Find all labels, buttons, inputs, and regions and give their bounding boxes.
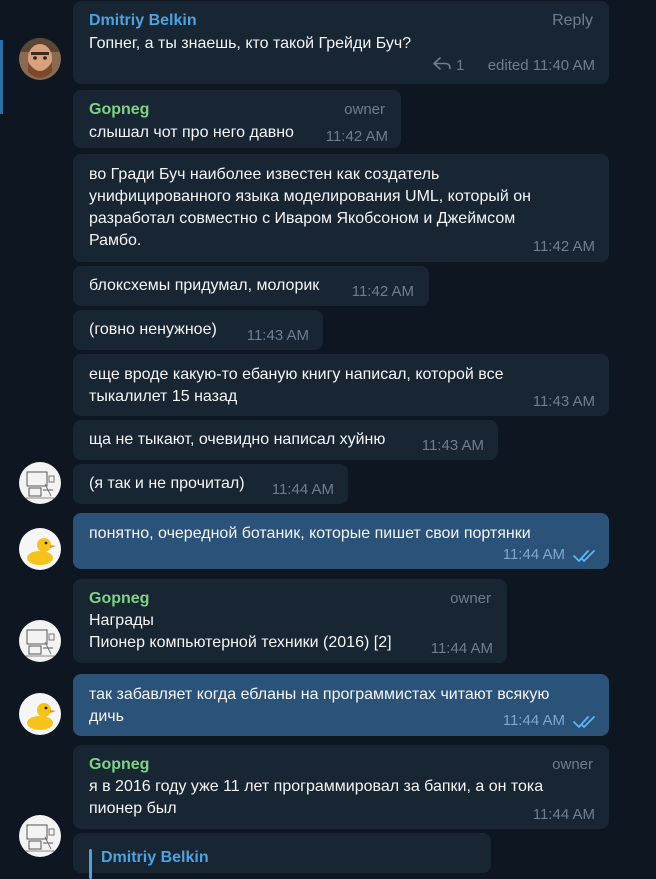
message-time: 11:44 AM <box>502 712 565 729</box>
unread-indicator <box>0 40 3 114</box>
message-time: 11:42 AM <box>351 283 414 300</box>
message-bubble[interactable]: Dmitriy Belkin Reply Гопнег, а ты знаешь… <box>73 1 609 84</box>
message-text: дичь <box>89 708 124 725</box>
message-bubble[interactable]: Gopneg owner Награды Пионер компьютерной… <box>73 579 507 663</box>
message-time: 11:44 AM <box>502 546 565 563</box>
owner-badge: owner <box>552 756 593 773</box>
sender-name[interactable]: Gopneg <box>89 101 149 119</box>
message-text: разработал совместно с Иваром Якобсоном … <box>89 210 516 227</box>
message-text: ща не тыкают, очевидно написал хуйню <box>89 431 386 448</box>
read-check-icon <box>573 550 595 562</box>
message-text: Пионер компьютерной техники (2016) [2] <box>89 634 392 651</box>
rubber-duck-avatar[interactable] <box>19 528 61 570</box>
quote-bar <box>89 849 92 879</box>
quoted-sender-name[interactable]: Dmitriy Belkin <box>101 849 209 867</box>
message-text: Награды <box>89 612 154 629</box>
message-time: 11:42 AM <box>532 238 595 255</box>
message-text: Гопнег, а ты знаешь, кто такой Грейди Бу… <box>89 35 412 52</box>
message-text: унифицированного языка моделирования UML… <box>89 188 531 205</box>
message-text: так забавляет когда ебланы на программис… <box>89 686 550 703</box>
message-bubble[interactable]: во Гради Буч наиболее известен как созда… <box>73 154 609 262</box>
reply-count[interactable]: 1 <box>456 57 464 74</box>
message-bubble[interactable]: Dmitriy Belkin <box>73 833 491 879</box>
message-time: 11:44 AM <box>532 806 595 823</box>
message-bubble[interactable]: блоксхемы придумал, молорик 11:42 AM <box>73 266 429 306</box>
message-text: блоксхемы придумал, молорик <box>89 277 320 294</box>
sketch-drawing-avatar[interactable] <box>19 815 61 857</box>
message-text: еще вроде какую-то ебаную книгу написал,… <box>89 366 504 383</box>
message-bubble[interactable]: ща не тыкают, очевидно написал хуйню 11:… <box>73 420 498 460</box>
message-bubble[interactable]: Gopneg owner слышал чот про него давно 1… <box>73 90 401 148</box>
owner-badge: owner <box>450 590 491 607</box>
message-bubble[interactable]: понятно, очередной ботаник, которые пише… <box>73 513 609 569</box>
read-check-icon <box>573 716 595 728</box>
message-bubble[interactable]: (я так и не прочитал) 11:44 AM <box>73 464 348 504</box>
message-time: 11:42 AM <box>325 128 388 145</box>
sender-name[interactable]: Gopneg <box>89 756 149 774</box>
message-text: тыкалилет 15 назад <box>89 388 238 405</box>
message-text: Рамбо. <box>89 232 142 249</box>
message-text: слышал чот про него давно <box>89 124 294 141</box>
reply-arrow-icon <box>433 57 451 70</box>
message-text: (говно ненужное) <box>89 321 217 338</box>
message-text: (я так и не прочитал) <box>89 475 245 492</box>
message-bubble[interactable]: (говно ненужное) 11:43 AM <box>73 310 323 350</box>
sketch-drawing-avatar[interactable] <box>19 462 61 504</box>
message-time: 11:43 AM <box>421 437 484 454</box>
message-text: понятно, очередной ботаник, которые пише… <box>89 525 531 542</box>
message-bubble[interactable]: еще вроде какую-то ебаную книгу написал,… <box>73 354 609 416</box>
rubber-duck-avatar[interactable] <box>19 693 61 735</box>
reply-button[interactable]: Reply <box>552 12 593 30</box>
owner-badge: owner <box>344 101 385 118</box>
message-time: 11:43 AM <box>246 327 309 344</box>
message-text: во Гради Буч наиболее известен как созда… <box>89 166 440 183</box>
message-time: edited 11:40 AM <box>487 57 595 74</box>
bearded-man-avatar[interactable] <box>19 38 61 80</box>
message-bubble[interactable]: так забавляет когда ебланы на программис… <box>73 674 609 736</box>
message-time: 11:44 AM <box>430 640 493 657</box>
sender-name[interactable]: Gopneg <box>89 590 149 608</box>
sender-name[interactable]: Dmitriy Belkin <box>89 12 197 30</box>
message-time: 11:43 AM <box>532 393 595 410</box>
message-bubble[interactable]: Gopneg owner я в 2016 году уже 11 лет пр… <box>73 745 609 829</box>
message-text: пионер был <box>89 800 177 817</box>
sketch-drawing-avatar[interactable] <box>19 620 61 662</box>
message-time: 11:44 AM <box>271 481 334 498</box>
message-text: я в 2016 году уже 11 лет программировал … <box>89 778 544 795</box>
